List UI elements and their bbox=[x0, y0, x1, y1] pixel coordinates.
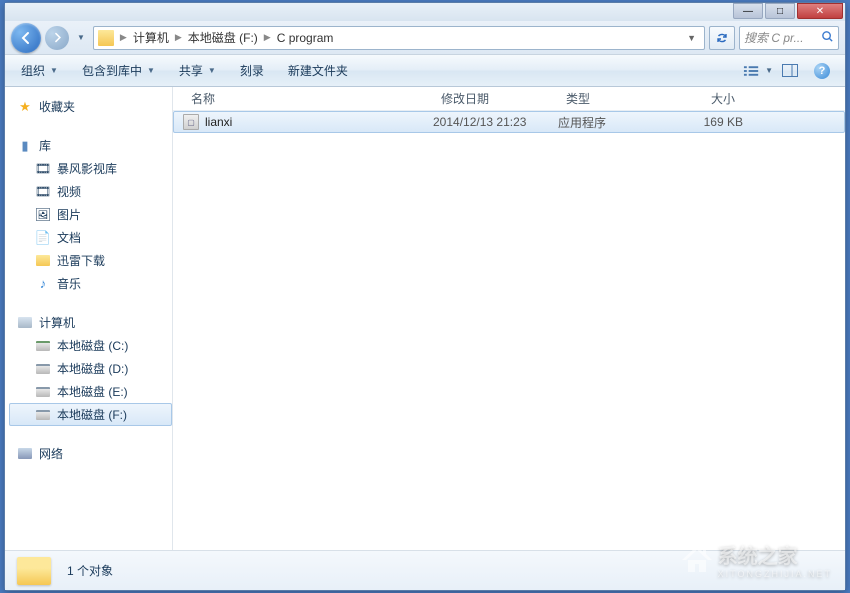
breadcrumb-computer[interactable]: 计算机 bbox=[129, 29, 173, 46]
sidebar-drive-c[interactable]: 本地磁盘 (C:) bbox=[9, 334, 172, 357]
nav-back-button[interactable] bbox=[11, 23, 41, 53]
library-icon: ▮ bbox=[17, 138, 33, 154]
share-label: 共享 bbox=[179, 62, 203, 79]
burn-label: 刻录 bbox=[240, 62, 264, 79]
arrow-left-icon bbox=[19, 31, 33, 45]
folder-icon bbox=[17, 557, 51, 585]
computer-label: 计算机 bbox=[39, 314, 75, 331]
sidebar-favorites[interactable]: ★ 收藏夹 bbox=[9, 95, 172, 118]
file-row[interactable]: ▢ lianxi 2014/12/13 21:23 应用程序 169 KB bbox=[173, 111, 845, 133]
download-icon bbox=[35, 253, 51, 269]
arrow-right-icon bbox=[52, 32, 63, 43]
minimize-button[interactable]: — bbox=[733, 3, 763, 19]
file-list-pane: 名称 修改日期 类型 大小 ▢ lianxi 2014/12/13 21:23 应… bbox=[173, 87, 845, 550]
computer-icon bbox=[17, 315, 33, 331]
status-bar: 1 个对象 bbox=[5, 550, 845, 590]
library-label: 库 bbox=[39, 137, 51, 154]
burn-button[interactable]: 刻录 bbox=[232, 59, 272, 82]
include-label: 包含到库中 bbox=[82, 62, 142, 79]
application-icon: ▢ bbox=[183, 114, 199, 130]
new-folder-button[interactable]: 新建文件夹 bbox=[280, 59, 356, 82]
chevron-down-icon: ▼ bbox=[50, 66, 58, 75]
column-header-type[interactable]: 类型 bbox=[558, 90, 673, 107]
sidebar-network[interactable]: 网络 bbox=[9, 442, 172, 465]
new-folder-label: 新建文件夹 bbox=[288, 62, 348, 79]
maximize-button[interactable]: □ bbox=[765, 3, 795, 19]
search-icon bbox=[821, 30, 834, 46]
sidebar-item-documents[interactable]: 📄文档 bbox=[9, 226, 172, 249]
preview-pane-button[interactable] bbox=[775, 60, 805, 82]
sidebar-item-pictures[interactable]: 🖼图片 bbox=[9, 203, 172, 226]
organize-label: 组织 bbox=[21, 62, 45, 79]
refresh-button[interactable] bbox=[709, 26, 735, 50]
chevron-down-icon: ▼ bbox=[208, 66, 216, 75]
close-button[interactable]: ✕ bbox=[797, 3, 843, 19]
view-icon bbox=[743, 64, 760, 78]
search-placeholder: 搜索 C pr... bbox=[744, 29, 821, 46]
network-icon bbox=[17, 446, 33, 462]
column-header-name[interactable]: 名称 bbox=[183, 90, 433, 107]
address-bar[interactable]: ▶ 计算机 ▶ 本地磁盘 (F:) ▶ C program ▼ bbox=[93, 26, 705, 50]
sidebar-drive-f[interactable]: 本地磁盘 (F:) bbox=[9, 403, 172, 426]
sidebar-item-video[interactable]: 🎞视频 bbox=[9, 180, 172, 203]
nav-history-dropdown[interactable]: ▼ bbox=[73, 33, 89, 42]
file-size: 169 KB bbox=[673, 115, 743, 129]
breadcrumb-drive[interactable]: 本地磁盘 (F:) bbox=[184, 29, 262, 46]
sidebar-computer[interactable]: 计算机 bbox=[9, 311, 172, 334]
address-bar-row: ▼ ▶ 计算机 ▶ 本地磁盘 (F:) ▶ C program ▼ 搜索 C p… bbox=[5, 21, 845, 55]
chevron-down-icon: ▼ bbox=[147, 66, 155, 75]
sidebar-item-xunlei[interactable]: 迅雷下载 bbox=[9, 249, 172, 272]
explorer-window: — □ ✕ ▼ ▶ 计算机 ▶ 本地磁盘 (F:) ▶ C program ▼ … bbox=[4, 2, 846, 591]
nav-forward-button[interactable] bbox=[45, 26, 69, 50]
video-icon: 🎞 bbox=[35, 184, 51, 200]
view-mode-button[interactable]: ▼ bbox=[743, 60, 773, 82]
network-label: 网络 bbox=[39, 445, 63, 462]
address-dropdown[interactable]: ▼ bbox=[683, 33, 700, 43]
navigation-pane[interactable]: ★收藏夹 ▮库 🎞暴风影视库 🎞视频 🖼图片 📄文档 迅雷下载 ♪音乐 计算机 … bbox=[5, 87, 173, 550]
chevron-down-icon: ▼ bbox=[765, 66, 773, 75]
picture-icon: 🖼 bbox=[35, 207, 51, 223]
help-icon: ? bbox=[814, 63, 830, 79]
column-header-size[interactable]: 大小 bbox=[673, 90, 743, 107]
star-icon: ★ bbox=[17, 99, 33, 115]
pane-icon bbox=[782, 64, 798, 77]
toolbar: 组织 ▼ 包含到库中 ▼ 共享 ▼ 刻录 新建文件夹 ▼ ? bbox=[5, 55, 845, 87]
drive-icon bbox=[35, 338, 51, 354]
share-button[interactable]: 共享 ▼ bbox=[171, 59, 224, 82]
body-area: ★收藏夹 ▮库 🎞暴风影视库 🎞视频 🖼图片 📄文档 迅雷下载 ♪音乐 计算机 … bbox=[5, 87, 845, 550]
drive-icon bbox=[35, 407, 51, 423]
refresh-icon bbox=[715, 31, 729, 45]
status-count: 1 个对象 bbox=[67, 562, 113, 579]
breadcrumb-folder[interactable]: C program bbox=[273, 31, 338, 45]
music-icon: ♪ bbox=[35, 276, 51, 292]
video-lib-icon: 🎞 bbox=[35, 161, 51, 177]
sidebar-drive-d[interactable]: 本地磁盘 (D:) bbox=[9, 357, 172, 380]
favorites-label: 收藏夹 bbox=[39, 98, 75, 115]
sidebar-item-music[interactable]: ♪音乐 bbox=[9, 272, 172, 295]
column-headers: 名称 修改日期 类型 大小 bbox=[173, 87, 845, 111]
file-name: lianxi bbox=[205, 115, 232, 129]
file-rows[interactable]: ▢ lianxi 2014/12/13 21:23 应用程序 169 KB bbox=[173, 111, 845, 550]
drive-icon bbox=[35, 361, 51, 377]
document-icon: 📄 bbox=[35, 230, 51, 246]
chevron-right-icon: ▶ bbox=[262, 32, 273, 43]
chevron-right-icon: ▶ bbox=[118, 32, 129, 43]
sidebar-item-baofeng[interactable]: 🎞暴风影视库 bbox=[9, 157, 172, 180]
include-in-library-button[interactable]: 包含到库中 ▼ bbox=[74, 59, 163, 82]
titlebar: — □ ✕ bbox=[5, 3, 845, 21]
file-type: 应用程序 bbox=[558, 114, 673, 131]
help-button[interactable]: ? bbox=[807, 60, 837, 82]
chevron-right-icon: ▶ bbox=[173, 32, 184, 43]
drive-icon bbox=[35, 384, 51, 400]
search-input[interactable]: 搜索 C pr... bbox=[739, 26, 839, 50]
file-date: 2014/12/13 21:23 bbox=[433, 115, 558, 129]
column-header-date[interactable]: 修改日期 bbox=[433, 90, 558, 107]
sidebar-library[interactable]: ▮库 bbox=[9, 134, 172, 157]
folder-icon bbox=[98, 30, 114, 46]
sidebar-drive-e[interactable]: 本地磁盘 (E:) bbox=[9, 380, 172, 403]
organize-button[interactable]: 组织 ▼ bbox=[13, 59, 66, 82]
